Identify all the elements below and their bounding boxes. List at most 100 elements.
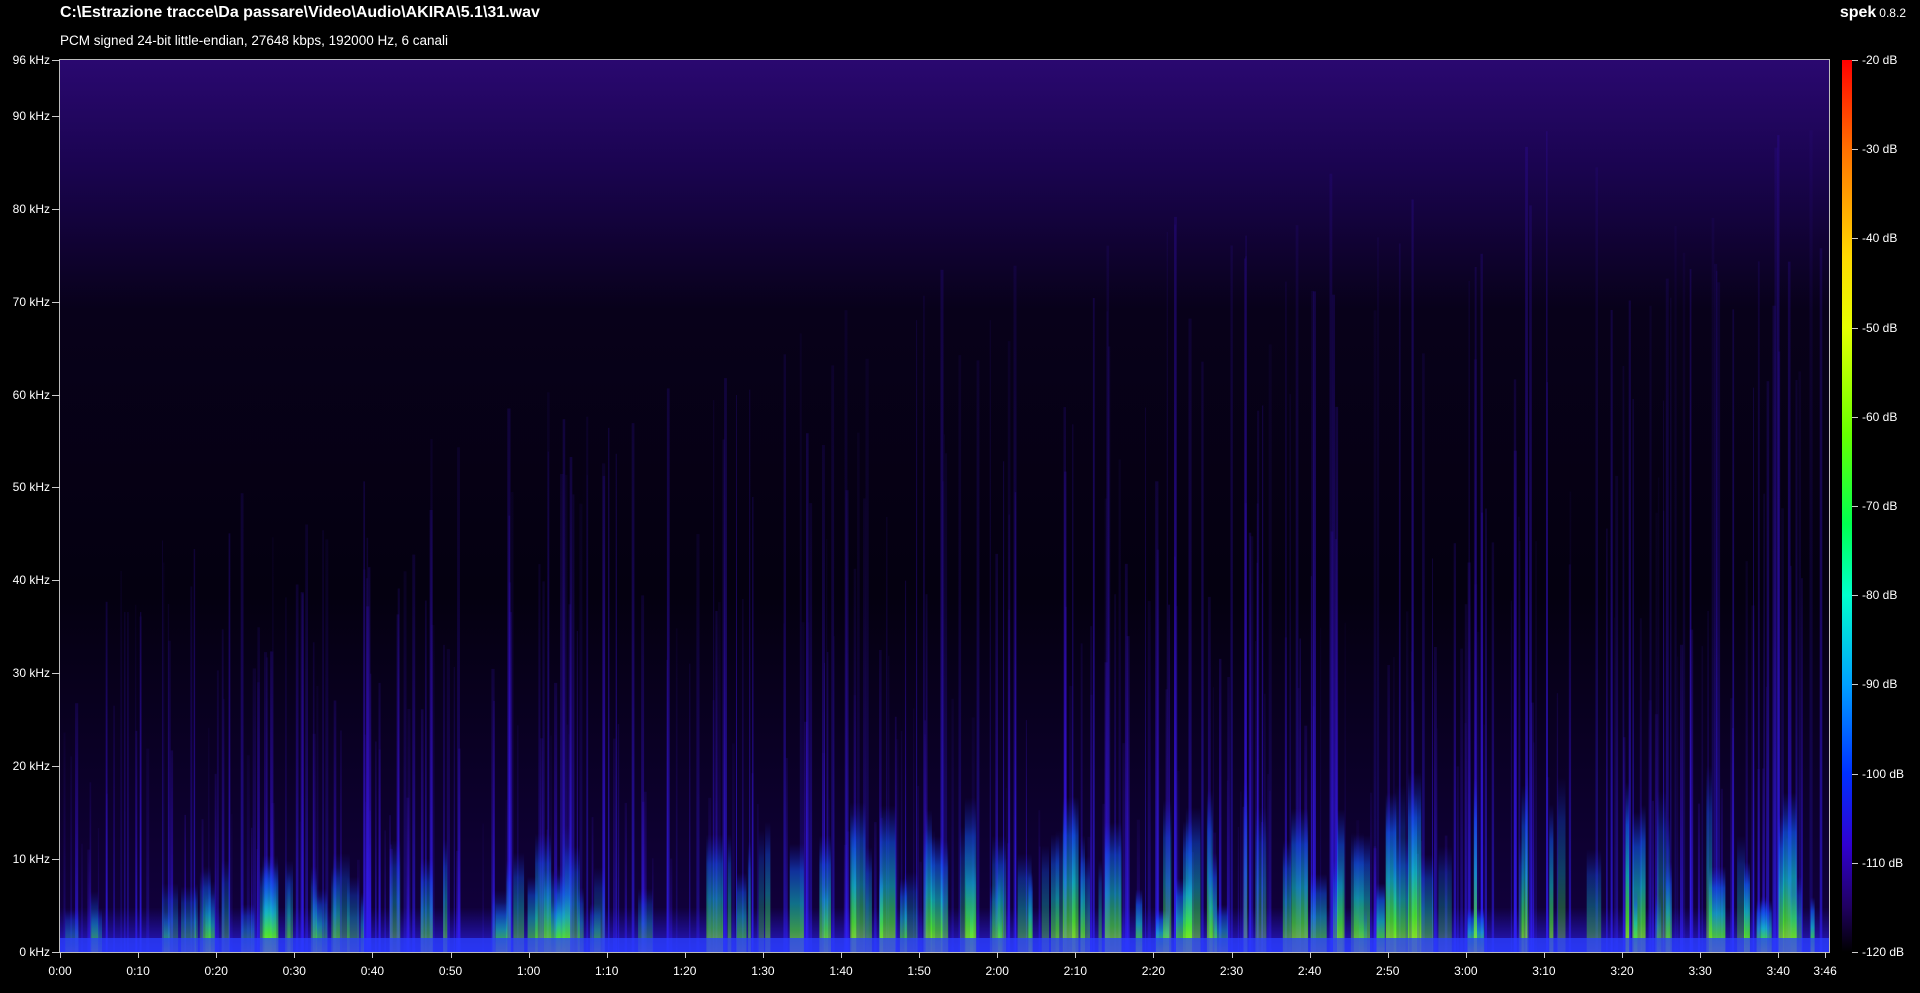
spectral-streak — [724, 378, 727, 952]
freq-tick — [52, 952, 60, 953]
time-tick-label: 3:00 — [1454, 964, 1478, 978]
time-tick-label: 1:00 — [516, 964, 541, 978]
spectral-streak — [146, 748, 150, 952]
energy-burst — [765, 821, 771, 952]
freq-tick — [52, 394, 60, 396]
spectral-streak — [1716, 270, 1718, 952]
energy-burst — [1282, 840, 1292, 952]
spectral-streak — [689, 663, 691, 952]
time-tick — [1700, 952, 1702, 958]
energy-burst — [1337, 809, 1345, 952]
spectral-streak — [406, 797, 410, 952]
freq-tick-label: 96 kHz — [12, 53, 50, 67]
spectral-streak — [833, 636, 835, 952]
energy-burst — [819, 835, 831, 952]
freq-tick — [52, 859, 60, 861]
spectral-streak — [696, 534, 700, 952]
spectral-streak — [1147, 601, 1151, 952]
freq-tick-label: 80 kHz — [12, 201, 50, 216]
energy-burst — [930, 836, 943, 952]
spectral-streak — [844, 310, 848, 952]
spectral-streak — [806, 433, 809, 952]
freq-tick — [52, 766, 60, 768]
spectral-streak — [1007, 609, 1010, 952]
energy-burst — [706, 834, 724, 952]
time-tick — [1075, 952, 1077, 958]
spectral-streak — [403, 571, 407, 952]
time-tick — [372, 952, 374, 958]
spectral-streak — [1717, 282, 1721, 952]
spectral-streak — [1269, 790, 1271, 952]
spectral-streak — [916, 320, 918, 952]
spectral-streak — [732, 743, 735, 952]
spectral-streak — [1615, 475, 1619, 952]
energy-burst — [443, 839, 448, 952]
energy-burst — [1350, 832, 1364, 952]
time-tick — [1153, 952, 1155, 958]
energy-burst — [1163, 799, 1172, 952]
spectral-streak — [1513, 379, 1517, 952]
time-tick — [1387, 952, 1389, 958]
time-tick-label: 0:30 — [282, 964, 306, 978]
energy-burst — [1778, 814, 1784, 952]
spectral-streak — [105, 793, 108, 952]
freq-tick-label: 90 kHz — [12, 108, 50, 123]
low-frequency-band — [60, 938, 1829, 952]
db-colorbar — [1842, 60, 1852, 952]
db-tick-label: -100 dB — [1862, 766, 1905, 781]
freq-tick-label: 70 kHz — [12, 294, 50, 309]
spectral-streak — [1090, 694, 1093, 952]
energy-burst — [747, 841, 751, 952]
db-tick — [1852, 684, 1858, 686]
energy-burst — [940, 839, 949, 952]
spectral-streak — [375, 741, 377, 952]
spectral-streak — [736, 395, 737, 952]
energy-burst — [758, 830, 765, 952]
energy-burst — [1408, 772, 1422, 952]
spectral-streak — [1460, 648, 1463, 952]
spectral-streak — [1529, 205, 1532, 952]
spectral-streak — [1436, 728, 1438, 952]
energy-burst — [1586, 849, 1602, 952]
spectral-streak — [752, 497, 754, 952]
spectral-streak — [1174, 556, 1176, 952]
energy-burst — [992, 835, 1007, 952]
spectral-streak — [1230, 245, 1233, 952]
db-tick-label: -60 dB — [1862, 409, 1898, 424]
spectral-streak — [608, 427, 610, 952]
energy-burst — [1062, 796, 1079, 952]
spectral-streak — [1568, 564, 1571, 952]
db-tick-label: -70 dB — [1862, 499, 1898, 513]
spectral-streak — [139, 616, 142, 952]
spectral-streak — [1535, 541, 1537, 952]
spectral-streak — [257, 627, 260, 952]
freq-tick-label: 30 kHz — [12, 666, 50, 681]
spectral-streak — [1757, 261, 1760, 952]
time-tick-label: 0:50 — [438, 964, 463, 978]
spectral-streak — [670, 858, 673, 952]
spectral-streak — [1670, 297, 1672, 952]
energy-burst — [1438, 846, 1452, 952]
spectrogram-image — [60, 60, 1829, 952]
energy-burst — [1080, 835, 1085, 952]
db-tick-label: -40 dB — [1862, 231, 1898, 246]
spectral-streak — [1453, 543, 1456, 952]
freq-tick-label: 10 kHz — [12, 852, 50, 867]
time-tick-label: 3:40 — [1766, 964, 1790, 978]
db-tick-label: -110 dB — [1862, 855, 1904, 870]
energy-burst — [1737, 835, 1746, 952]
spectral-streak — [1772, 305, 1776, 952]
spectral-streak — [1689, 629, 1694, 952]
spectral-streak — [1798, 371, 1801, 952]
time-tick-label: 2:30 — [1219, 964, 1244, 978]
energy-burst — [1393, 837, 1410, 952]
db-tick — [1852, 506, 1858, 507]
time-tick — [294, 952, 296, 958]
time-tick-label: 2:50 — [1376, 964, 1400, 978]
spectral-streak — [135, 604, 137, 952]
time-tick — [1309, 952, 1311, 958]
spectral-streak — [1682, 252, 1686, 952]
spectral-streak — [87, 849, 91, 952]
spectral-streak — [613, 738, 616, 952]
spectral-streak — [1102, 803, 1105, 952]
